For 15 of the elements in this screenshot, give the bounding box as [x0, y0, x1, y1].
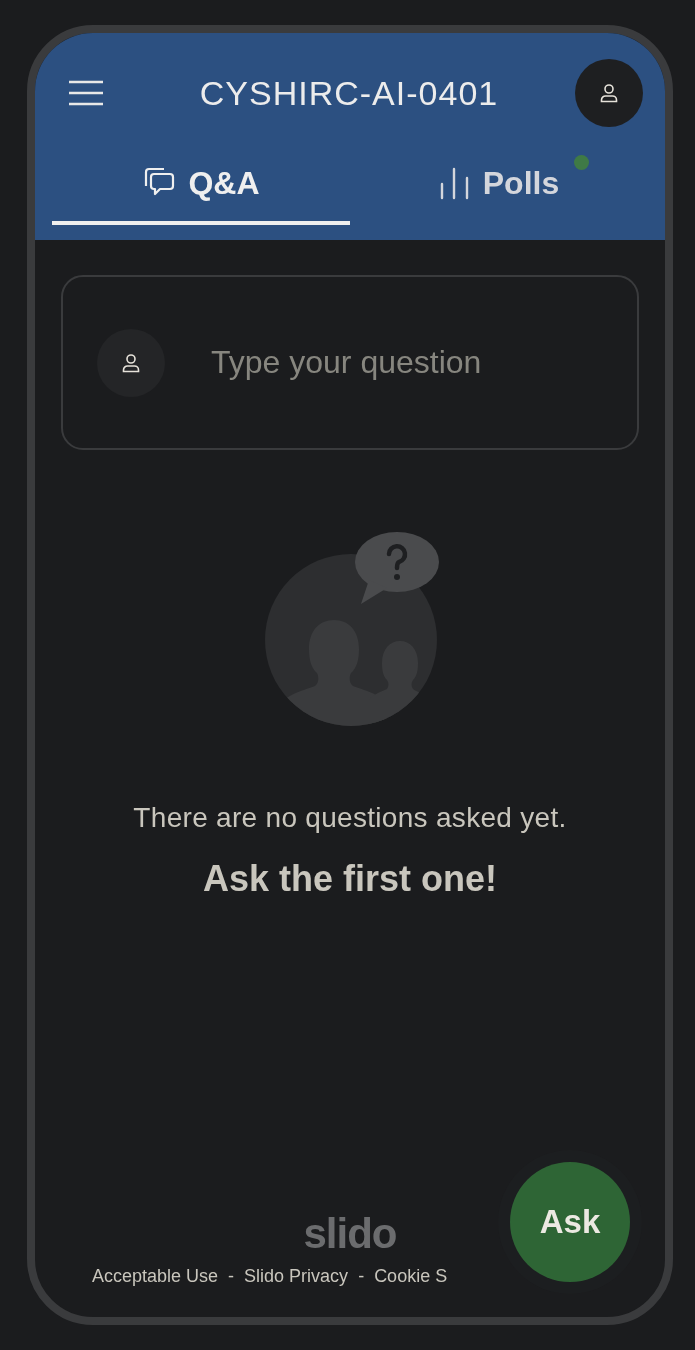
call-to-action: Ask the first one!	[202, 858, 497, 900]
footer-link[interactable]: Cookie S	[374, 1266, 448, 1287]
ask-button[interactable]: Ask	[510, 1162, 630, 1282]
bar-chart-icon	[438, 166, 471, 200]
event-title: CYSHIRC-AI-0401	[198, 73, 500, 113]
tab[interactable]: Q&A	[52, 159, 350, 225]
separator: -	[358, 1266, 365, 1287]
separator: -	[228, 1266, 235, 1287]
slido-logo: slido	[303, 1210, 397, 1258]
footer-link[interactable]: Slido Privacy	[244, 1266, 349, 1287]
question-input[interactable]: Type your question	[209, 343, 637, 382]
menu-icon[interactable]	[69, 80, 103, 106]
tab[interactable]: Polls	[350, 159, 648, 225]
empty-message: There are no questions asked yet.	[133, 802, 567, 834]
footer-link[interactable]: Acceptable Use	[92, 1266, 219, 1287]
